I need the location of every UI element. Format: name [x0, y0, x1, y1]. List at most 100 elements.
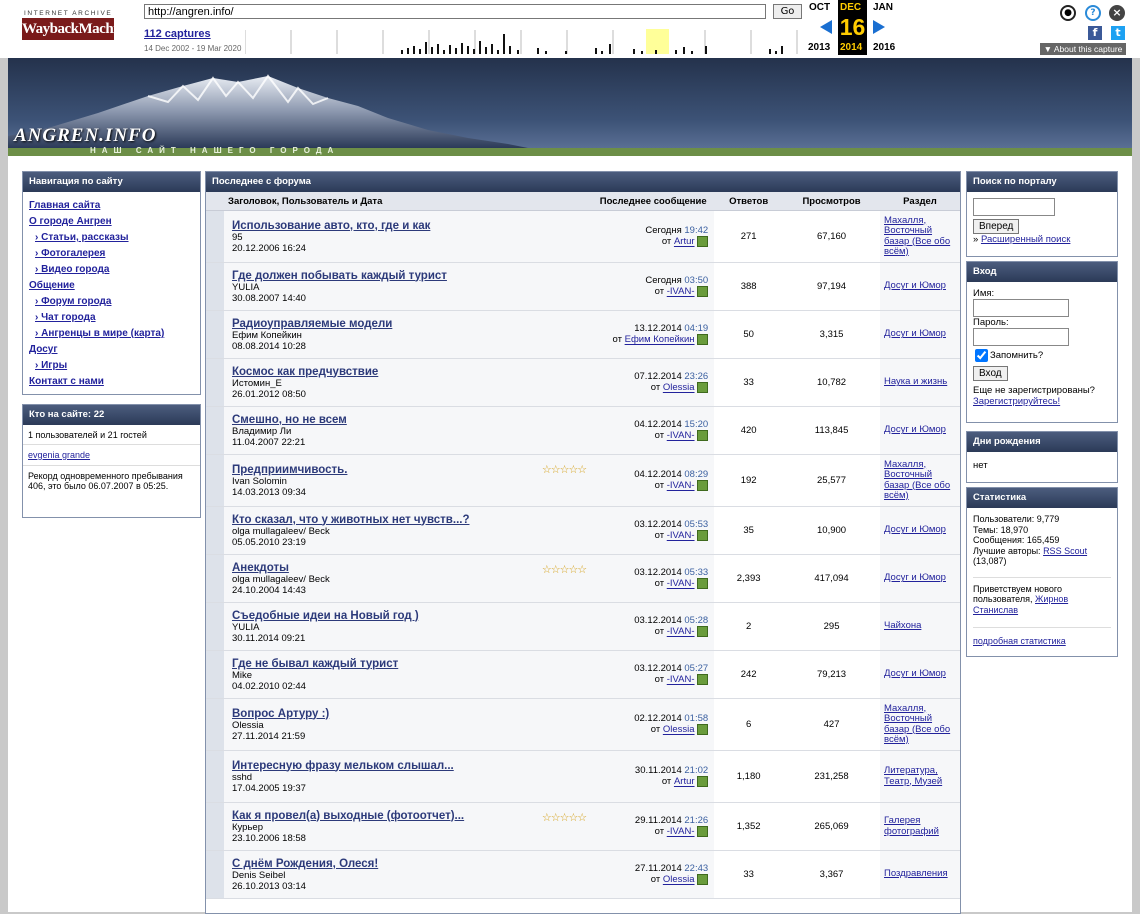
prev-month[interactable]: OCT: [809, 2, 830, 13]
next-year[interactable]: 2016: [873, 42, 895, 53]
topic-author: Владимир Ли: [232, 425, 292, 437]
topic-link[interactable]: Радиоуправляемые модели: [232, 318, 586, 330]
wayback-logo[interactable]: WaybackMachine: [22, 18, 131, 40]
topic-link[interactable]: Где не бывал каждый турист: [232, 658, 586, 670]
captures-link[interactable]: 112 captures: [144, 28, 211, 40]
go-to-post-icon[interactable]: [697, 776, 709, 788]
nav-item[interactable]: Главная сайта: [29, 198, 194, 214]
last-post-author-link[interactable]: -IVAN-: [667, 481, 695, 492]
password-input[interactable]: [973, 328, 1069, 346]
last-post-author-link[interactable]: Olessia: [663, 725, 695, 736]
go-to-post-icon[interactable]: [697, 578, 709, 590]
topic-link[interactable]: Смешно, но не всем: [232, 414, 586, 426]
prev-arrow-icon[interactable]: [820, 20, 832, 34]
section-link[interactable]: Досуг и Юмор: [884, 669, 956, 680]
last-post-author-link[interactable]: -IVAN-: [667, 627, 695, 638]
nav-item[interactable]: › Фотогалерея: [29, 246, 194, 262]
nav-item[interactable]: › Форум города: [29, 294, 194, 310]
help-icon[interactable]: ?: [1085, 5, 1101, 21]
section-link[interactable]: Литература, Театр, Музей: [884, 765, 956, 787]
topic-link[interactable]: Кто сказал, что у животных нет чувств...…: [232, 514, 586, 526]
last-post-author-link[interactable]: Olessia: [663, 875, 695, 886]
last-post-author-link[interactable]: -IVAN-: [667, 579, 695, 590]
prev-year[interactable]: 2013: [808, 42, 830, 53]
nav-item[interactable]: О городе Ангрен: [29, 214, 194, 230]
go-to-post-icon[interactable]: [697, 236, 709, 248]
nav-item[interactable]: Досуг: [29, 342, 194, 358]
go-button[interactable]: Go: [773, 4, 802, 19]
topic-link[interactable]: Съедобные идеи на Новый год ): [232, 610, 586, 622]
go-to-post-icon[interactable]: [697, 874, 709, 886]
advanced-search-link[interactable]: Расширенный поиск: [981, 234, 1070, 245]
topic-link[interactable]: Как я провел(а) выходные (фотоотчет)...: [232, 810, 586, 822]
section-link[interactable]: Махалля, Восточный базар (Все обо всём): [884, 459, 956, 502]
last-post-author-link[interactable]: -IVAN-: [667, 675, 695, 686]
nav-item[interactable]: Общение: [29, 278, 194, 294]
topic-link[interactable]: Где должен побывать каждый турист: [232, 270, 586, 282]
stats-panel: Статистика Пользователи: 9,779 Темы: 18,…: [966, 487, 1118, 657]
login-panel: Вход Имя: Пароль: Запомнить? Вход Еще не…: [966, 261, 1118, 423]
twitter-icon[interactable]: t: [1111, 26, 1125, 40]
user-icon[interactable]: ●: [1060, 5, 1076, 21]
topic-link[interactable]: Космос как предчувствие: [232, 366, 586, 378]
topic-link[interactable]: Анекдоты: [232, 562, 586, 574]
section-link[interactable]: Поздравления: [884, 869, 956, 880]
go-to-post-icon[interactable]: [697, 530, 709, 542]
search-button[interactable]: Вперед: [973, 219, 1020, 234]
topic-link[interactable]: Интересную фразу мельком слышал...: [232, 760, 586, 772]
section-link[interactable]: Галерея фотографий: [884, 815, 956, 837]
nav-item[interactable]: › Ангренцы в мире (карта): [29, 326, 194, 342]
last-post-author-link[interactable]: -IVAN-: [667, 431, 695, 442]
go-to-post-icon[interactable]: [697, 480, 709, 492]
section-link[interactable]: Махалля, Восточный базар (Все обо всём): [884, 215, 956, 258]
last-post-author-link[interactable]: Ефим Копейкин: [625, 335, 695, 346]
topic-link[interactable]: С днём Рождения, Олеся!: [232, 858, 586, 870]
section-link[interactable]: Досуг и Юмор: [884, 281, 956, 292]
last-post-author-link[interactable]: -IVAN-: [667, 531, 695, 542]
last-post-author-link[interactable]: Artur: [674, 777, 695, 788]
go-to-post-icon[interactable]: [697, 286, 709, 298]
go-to-post-icon[interactable]: [697, 674, 709, 686]
register-link[interactable]: Зарегистрируйтесь!: [973, 396, 1060, 407]
go-to-post-icon[interactable]: [697, 382, 709, 394]
nav-item[interactable]: › Чат города: [29, 310, 194, 326]
topic-link[interactable]: Использование авто, кто, где и как: [232, 220, 586, 232]
site-title[interactable]: ANGREN.INFO: [14, 125, 156, 147]
go-to-post-icon[interactable]: [697, 826, 709, 838]
stats-best-user-link[interactable]: RSS Scout: [1043, 546, 1087, 556]
section-link[interactable]: Досуг и Юмор: [884, 425, 956, 436]
topic-link[interactable]: Предприимчивость.: [232, 464, 586, 476]
section-link[interactable]: Досуг и Юмор: [884, 525, 956, 536]
about-capture-button[interactable]: ▼ About this capture: [1040, 43, 1126, 55]
facebook-icon[interactable]: f: [1088, 26, 1102, 40]
nav-item[interactable]: › Видео города: [29, 262, 194, 278]
online-user-link[interactable]: evgenia grande: [28, 450, 90, 460]
go-to-post-icon[interactable]: [697, 430, 709, 442]
section-link[interactable]: Досуг и Юмор: [884, 573, 956, 584]
last-post-author-link[interactable]: Artur: [674, 237, 695, 248]
go-to-post-icon[interactable]: [697, 724, 709, 736]
next-arrow-icon[interactable]: [873, 20, 885, 34]
close-icon[interactable]: ×: [1109, 5, 1125, 21]
last-post-author-link[interactable]: -IVAN-: [667, 287, 695, 298]
remember-checkbox[interactable]: [975, 349, 988, 362]
go-to-post-icon[interactable]: [697, 626, 709, 638]
nav-item[interactable]: Контакт с нами: [29, 374, 194, 390]
username-input[interactable]: [973, 299, 1069, 317]
next-month[interactable]: JAN: [873, 2, 893, 13]
section-link[interactable]: Чайхона: [884, 621, 956, 632]
topic-link[interactable]: Вопрос Артуру :): [232, 708, 586, 720]
nav-item[interactable]: › Игры: [29, 358, 194, 374]
section-link[interactable]: Досуг и Юмор: [884, 329, 956, 340]
search-input[interactable]: [973, 198, 1055, 216]
login-button[interactable]: Вход: [973, 366, 1008, 381]
nav-item[interactable]: › Статьи, рассказы: [29, 230, 194, 246]
go-to-post-icon[interactable]: [697, 334, 709, 346]
stats-more-link[interactable]: подробная статистика: [973, 636, 1066, 646]
last-post-author-link[interactable]: -IVAN-: [667, 827, 695, 838]
section-link[interactable]: Наука и жизнь: [884, 377, 956, 388]
last-post-author-link[interactable]: Olessia: [663, 383, 695, 394]
url-input[interactable]: http://angren.info/: [144, 4, 766, 19]
capture-sparkline[interactable]: [245, 20, 800, 54]
section-link[interactable]: Махалля, Восточный базар (Все обо всём): [884, 703, 956, 746]
